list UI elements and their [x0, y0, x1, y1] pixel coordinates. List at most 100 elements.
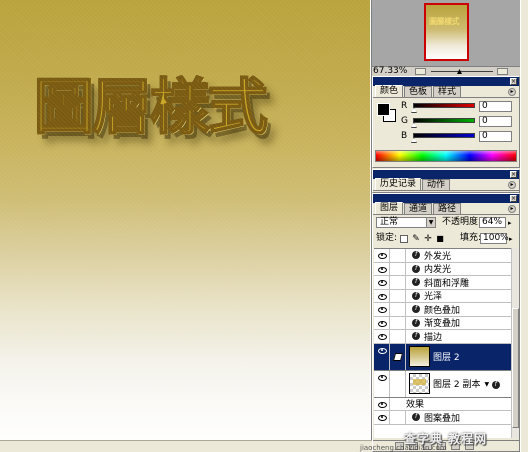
add-style-icon[interactable]: [395, 442, 404, 450]
effect-f-icon: f: [412, 251, 420, 260]
visibility-eye-icon[interactable]: [374, 316, 390, 329]
slider-handle-icon[interactable]: [411, 108, 417, 113]
chevron-down-icon[interactable]: ▼: [426, 218, 435, 227]
tab-actions[interactable]: 动作: [422, 179, 451, 190]
channel-slider-g[interactable]: [413, 118, 475, 123]
effect-row[interactable]: f 图案叠加: [374, 411, 511, 425]
opacity-field[interactable]: 64%: [479, 217, 506, 228]
layer-effects-icon[interactable]: ▼ f: [484, 379, 500, 389]
channel-value-r[interactable]: 0: [479, 101, 512, 112]
visibility-eye-icon[interactable]: [374, 249, 390, 262]
tab-channels[interactable]: 通道: [404, 203, 433, 214]
layer-row[interactable]: 图层 2 副本 ▼ f: [374, 370, 511, 398]
visibility-eye-icon[interactable]: [374, 330, 390, 343]
effect-label: 颜色叠加: [424, 305, 461, 316]
brush-icon[interactable]: [390, 343, 406, 370]
zoom-in-button[interactable]: [497, 68, 508, 75]
tab-styles[interactable]: 样式: [433, 86, 462, 97]
visibility-eye-icon[interactable]: [374, 303, 390, 316]
panel-close-icon[interactable]: ×: [510, 78, 517, 85]
new-set-icon[interactable]: [423, 442, 432, 450]
layers-panel-tabs: 图层 通道 路径 ▸: [373, 202, 519, 215]
effect-row[interactable]: f 外发光: [374, 249, 511, 263]
opacity-arrow-icon[interactable]: ▸: [508, 219, 512, 227]
slider-handle-icon[interactable]: [411, 123, 417, 128]
blend-mode-select[interactable]: 正常 ▼: [376, 217, 436, 228]
channel-row-b: B 0: [401, 131, 519, 143]
history-panel: × 历史记录 动作 ▸: [372, 169, 520, 193]
channel-slider-b[interactable]: [413, 133, 475, 138]
channel-label: G: [401, 116, 408, 126]
channel-row-r: R 0: [401, 101, 519, 113]
panel-close-icon[interactable]: ×: [510, 171, 517, 178]
fill-field[interactable]: 100%: [480, 233, 509, 244]
visibility-eye-icon[interactable]: [374, 397, 390, 410]
tab-layers[interactable]: 图层: [375, 202, 404, 214]
color-panel-tabs: 颜色 色板 样式 ▸: [373, 85, 519, 98]
effect-f-icon: f: [412, 413, 420, 422]
effect-row[interactable]: f 颜色叠加: [374, 303, 511, 317]
layer-row-selected[interactable]: 图层 2: [374, 343, 511, 371]
navigator-panel: 圖層樣式 67.33%: [372, 0, 520, 76]
panel-menu-icon[interactable]: ▸: [508, 88, 516, 96]
channel-label: B: [401, 131, 408, 141]
effect-f-icon: f: [412, 332, 420, 341]
trash-icon[interactable]: [465, 442, 474, 450]
effect-row[interactable]: f 内发光: [374, 262, 511, 276]
tab-history[interactable]: 历史记录: [375, 178, 422, 190]
link-cell[interactable]: [390, 370, 406, 397]
slider-handle-icon[interactable]: [411, 138, 417, 143]
channel-value-g[interactable]: 0: [479, 116, 512, 127]
add-mask-icon[interactable]: [409, 442, 418, 450]
effect-label: 外发光: [424, 251, 452, 262]
visibility-eye-icon[interactable]: [374, 289, 390, 302]
lock-all-icon[interactable]: ■: [436, 235, 444, 243]
visibility-eye-icon[interactable]: [374, 370, 390, 397]
foreground-color-swatch[interactable]: [377, 103, 390, 116]
effect-row[interactable]: f 渐变叠加: [374, 316, 511, 330]
new-layer-icon[interactable]: [451, 442, 460, 450]
layer-name[interactable]: 图层 2: [433, 350, 460, 363]
layers-scrollbar[interactable]: [511, 248, 519, 438]
zoom-slider-track[interactable]: [431, 71, 493, 72]
effect-row[interactable]: f 光泽: [374, 289, 511, 303]
tab-color[interactable]: 颜色: [375, 85, 404, 97]
tab-paths[interactable]: 路径: [433, 203, 462, 214]
lock-image-icon[interactable]: ✎: [412, 235, 420, 244]
tab-swatches[interactable]: 色板: [404, 86, 433, 97]
effect-label: 图案叠加: [424, 413, 461, 424]
visibility-eye-icon[interactable]: [374, 411, 390, 424]
visibility-eye-icon[interactable]: [374, 343, 390, 370]
panel-close-icon[interactable]: ×: [510, 195, 517, 202]
color-spectrum-bar[interactable]: [375, 150, 517, 162]
navigator-zoom-field[interactable]: 67.33%: [373, 67, 407, 76]
panel-menu-icon[interactable]: ▸: [508, 181, 516, 189]
fill-label: 填充:: [460, 233, 482, 243]
visibility-eye-icon[interactable]: [374, 276, 390, 289]
navigator-controls: 67.33%: [372, 66, 520, 76]
layer-thumbnail: [409, 346, 430, 367]
effect-row[interactable]: f 斜面和浮雕: [374, 276, 511, 290]
layers-footer: [373, 440, 519, 451]
zoom-out-button[interactable]: [415, 68, 426, 75]
fill-arrow-icon[interactable]: ▸: [509, 235, 513, 243]
navigator-view-box[interactable]: 圖層樣式: [424, 3, 469, 61]
channel-value-b[interactable]: 0: [479, 131, 512, 142]
scrollbar-thumb[interactable]: [512, 308, 519, 428]
document-canvas[interactable]: 圖層樣式: [0, 0, 370, 440]
effect-row[interactable]: f 描边: [374, 330, 511, 344]
window-right-edge: [520, 0, 528, 452]
layers-panel: × 图层 通道 路径 ▸ 正常 ▼ 不透明度: 64% ▸ 锁定: ✎ ✛ ■ …: [372, 193, 520, 452]
layer-list[interactable]: f 外发光 f 内发光 f 斜面和浮雕 f 光泽 f 颜色叠加 f 渐变叠加 f…: [374, 248, 511, 438]
layer-name[interactable]: 图层 2 副本: [433, 377, 480, 390]
visibility-eye-icon[interactable]: [374, 262, 390, 275]
layer-thumbnail: [409, 373, 430, 394]
blend-mode-value: 正常: [380, 217, 399, 227]
navigator-preview[interactable]: 圖層樣式: [372, 0, 520, 66]
effects-header-row[interactable]: 效果: [374, 397, 511, 411]
adjustment-layer-icon[interactable]: [437, 442, 446, 450]
channel-slider-r[interactable]: [413, 103, 475, 108]
lock-position-icon[interactable]: ✛: [424, 235, 432, 244]
lock-transparency-icon[interactable]: [400, 235, 408, 243]
panel-menu-icon[interactable]: ▸: [508, 205, 516, 213]
